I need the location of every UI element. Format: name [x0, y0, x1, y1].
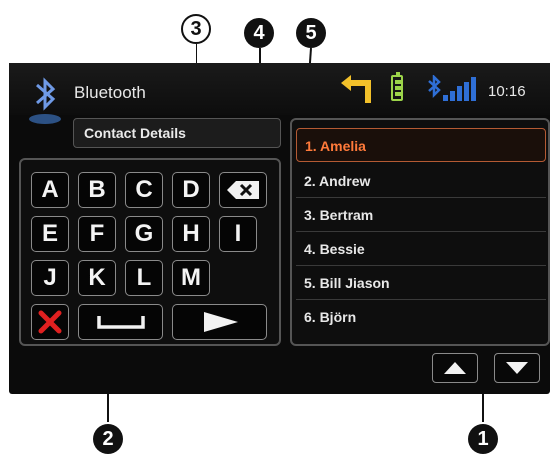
bluetooth-logo-icon: [29, 77, 61, 124]
battery-icon: [391, 72, 403, 101]
callout-1: 1: [468, 424, 498, 454]
key-h[interactable]: H: [172, 216, 210, 252]
key-e[interactable]: E: [31, 216, 69, 252]
contact-list-item[interactable]: 6. Björn: [296, 300, 546, 334]
key-i[interactable]: I: [219, 216, 257, 252]
backspace-button[interactable]: [219, 172, 267, 208]
scroll-up-button[interactable]: [432, 353, 478, 383]
cancel-icon: [38, 310, 62, 334]
navigation-turn-icon: [341, 75, 371, 103]
cancel-button[interactable]: [31, 304, 69, 340]
key-b[interactable]: B: [78, 172, 116, 208]
screen-title: Bluetooth: [74, 83, 146, 102]
clock: 10:16: [488, 83, 526, 100]
contact-list-item[interactable]: 4. Bessie: [296, 232, 546, 266]
key-f[interactable]: F: [78, 216, 116, 252]
contact-list-item[interactable]: 2. Andrew: [296, 164, 546, 198]
key-j[interactable]: J: [31, 260, 69, 296]
keypad: A B C D E F G H I J K L M: [19, 158, 281, 346]
key-k[interactable]: K: [78, 260, 116, 296]
space-icon: [96, 316, 145, 329]
enter-arrow-icon: [203, 312, 238, 332]
arrow-down-icon: [506, 362, 528, 374]
contact-list-item[interactable]: 5. Bill Jiason: [296, 266, 546, 300]
bluetooth-status-icon: [428, 75, 441, 99]
contact-list-item[interactable]: 1. Amelia: [296, 128, 546, 162]
status-bar: Bluetooth 10:16: [9, 63, 550, 124]
device-screen: Bluetooth 10:16 Contact Details A B C D: [9, 63, 550, 394]
key-a[interactable]: A: [31, 172, 69, 208]
key-l[interactable]: L: [125, 260, 163, 296]
contact-list: 1. Amelia 2. Andrew 3. Bertram 4. Bessie…: [290, 118, 550, 346]
signal-strength-icon: [441, 77, 481, 101]
scroll-down-button[interactable]: [494, 353, 540, 383]
key-g[interactable]: G: [125, 216, 163, 252]
backspace-icon: [227, 181, 259, 199]
contact-list-item[interactable]: 3. Bertram: [296, 198, 546, 232]
key-m[interactable]: M: [172, 260, 210, 296]
enter-button[interactable]: [172, 304, 267, 340]
arrow-up-icon: [444, 362, 466, 374]
key-c[interactable]: C: [125, 172, 163, 208]
contact-details-field[interactable]: Contact Details: [73, 118, 281, 148]
space-button[interactable]: [78, 304, 163, 340]
callout-2: 2: [93, 424, 123, 454]
key-d[interactable]: D: [172, 172, 210, 208]
